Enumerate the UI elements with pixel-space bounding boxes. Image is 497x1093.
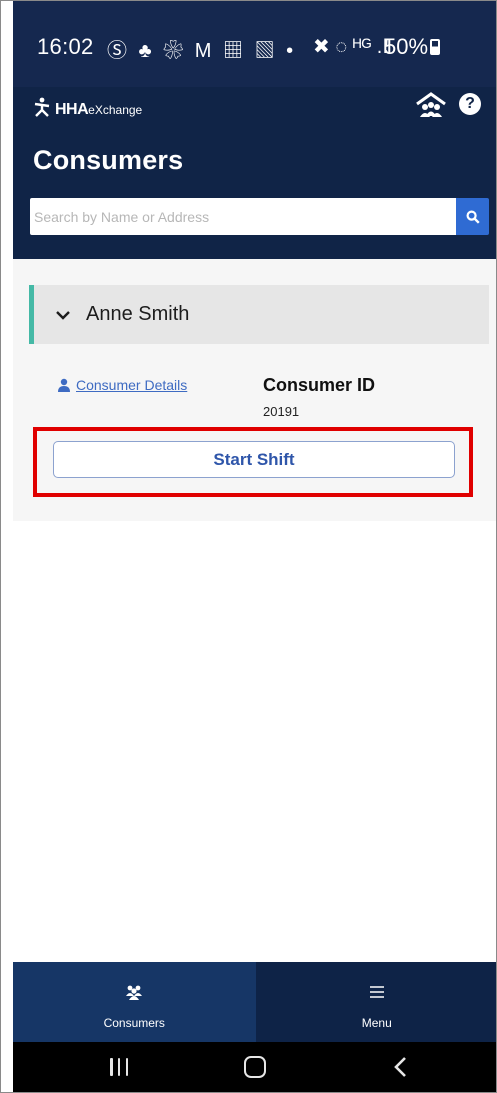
help-icon[interactable]: ? [459,93,481,115]
users-icon [125,984,143,1000]
notification-icons: Ⓢ ♣ ❀ M ▦ ▧ • [107,40,297,62]
page-title: Consumers [33,145,184,175]
recents-icon[interactable] [110,1058,128,1076]
consumer-name: Anne Smith [86,303,190,325]
status-time: 16:02 [37,34,94,59]
nav-consumers-label: Consumers [103,1016,165,1030]
consumer-details-label[interactable]: Consumer Details [76,377,187,393]
search-input[interactable] [30,198,456,235]
search-button[interactable] [456,198,489,235]
search-icon [465,209,480,224]
consumer-details-link[interactable]: Consumer Details [57,377,187,393]
nav-menu-label: Menu [361,1016,392,1030]
app-frame: 16:02 Ⓢ ♣ ❀ M ▦ ▧ • ✖ ◌ ᴴᴳ .Ⅱ 50% HHA eX… [0,0,497,1093]
home-icon[interactable] [244,1056,266,1078]
status-bar: 16:02 Ⓢ ♣ ❀ M ▦ ▧ • ✖ ◌ ᴴᴳ .Ⅱ 50% [13,1,496,87]
logo-figure-icon [33,97,51,123]
logo-brand-suffix: eXchange [88,103,143,117]
battery-percent: 50% [384,34,429,59]
consumer-id-label: Consumer ID [263,375,376,395]
person-icon [58,378,70,392]
start-shift-button[interactable]: Start Shift [53,441,455,478]
nav-menu[interactable]: Menu [255,962,496,1042]
consumer-row[interactable]: Anne Smith [29,285,489,344]
logo-brand: HHA [55,101,89,118]
battery-indicator: 50% [384,34,441,60]
battery-icon [430,39,441,55]
system-navigation-bar [13,1042,496,1092]
agencies-icon[interactable] [415,91,447,119]
hamburger-icon [369,984,384,1000]
app-header: HHA eXchange ? Consumers [13,87,496,259]
chevron-down-icon[interactable] [55,307,71,323]
hhaexchange-logo: HHA eXchange [33,97,142,123]
network-icons: ✖ ◌ ᴴᴳ .Ⅱ [313,36,393,58]
back-icon[interactable] [391,1056,411,1078]
consumer-id-value: 20191 [263,404,300,419]
search-bar [30,198,489,235]
consumer-list: Anne Smith Consumer Details Consumer ID … [13,259,496,521]
bottom-nav: Consumers Menu [13,962,496,1042]
nav-consumers[interactable]: Consumers [13,962,256,1042]
